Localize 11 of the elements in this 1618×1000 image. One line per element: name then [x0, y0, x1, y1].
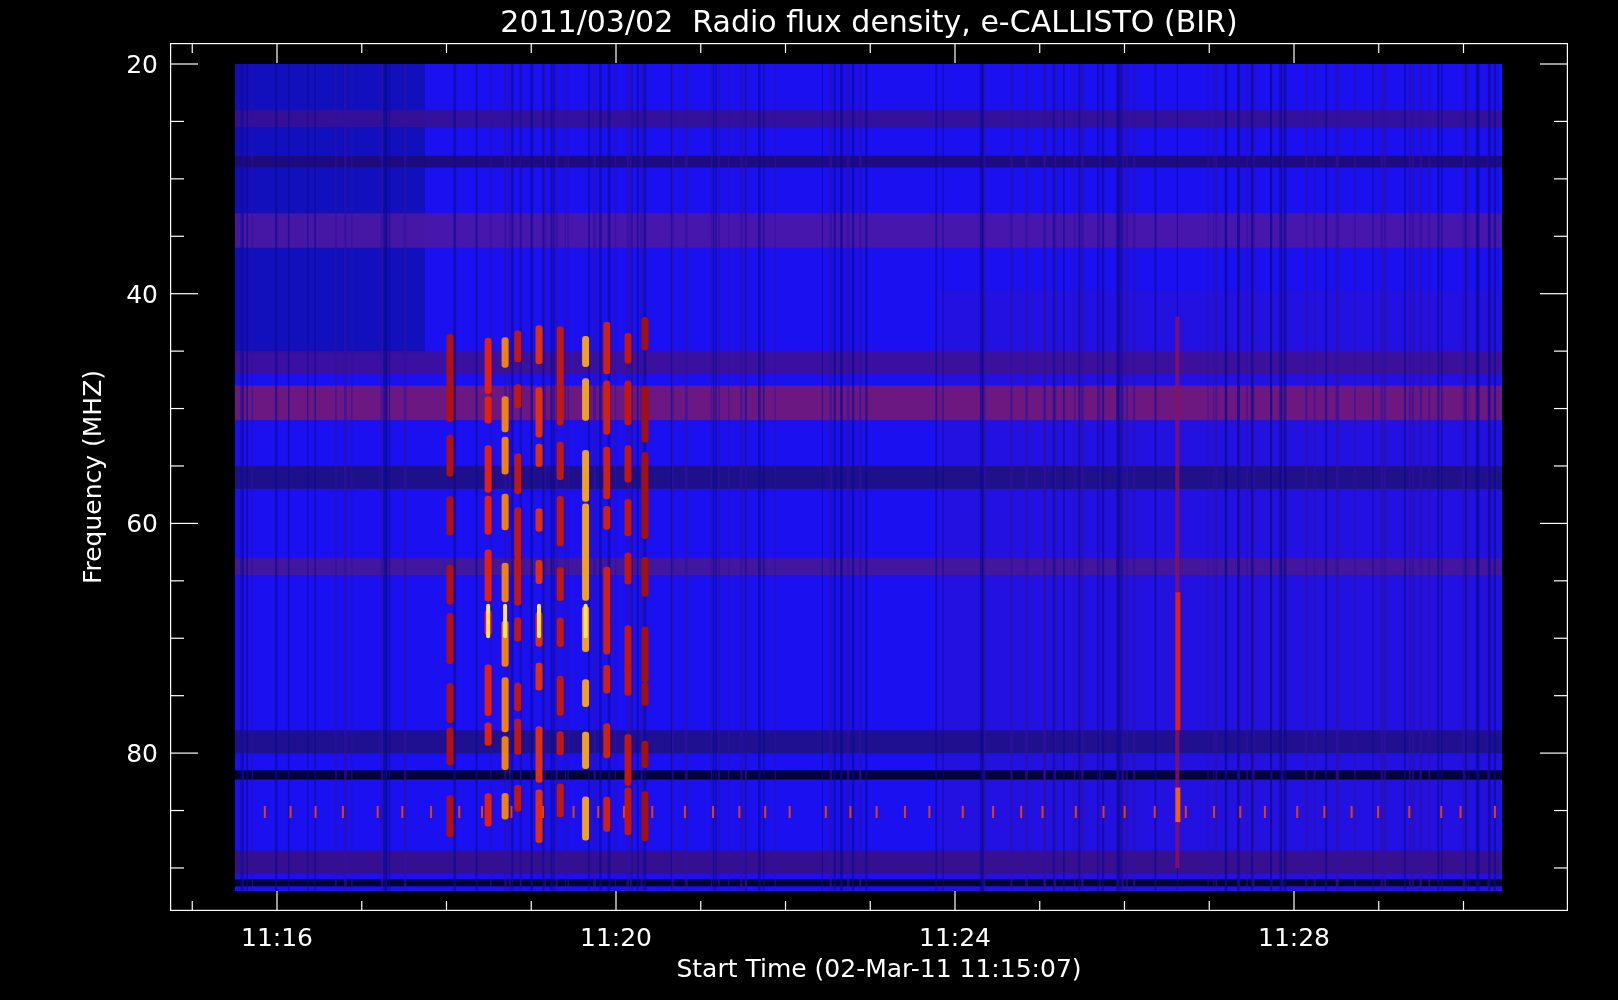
tick-label: 11:28 [1258, 925, 1330, 950]
tick-label: 60 [126, 511, 158, 537]
tick-label: 11:16 [241, 925, 313, 950]
tick-label: 80 [126, 741, 158, 767]
tick-label: 11:24 [919, 925, 991, 950]
tick-label: 11:20 [580, 925, 652, 950]
axis-title: Start Time (02-Mar-11 11:15:07) [676, 956, 1082, 981]
tick-label: 40 [126, 281, 158, 307]
tick-label: 20 [126, 52, 158, 77]
axis-title: Frequency (MHZ) [79, 369, 105, 585]
chart-title: 2011/03/02 Radio flux density, e-CALLISTO (BIR) [500, 3, 1238, 40]
